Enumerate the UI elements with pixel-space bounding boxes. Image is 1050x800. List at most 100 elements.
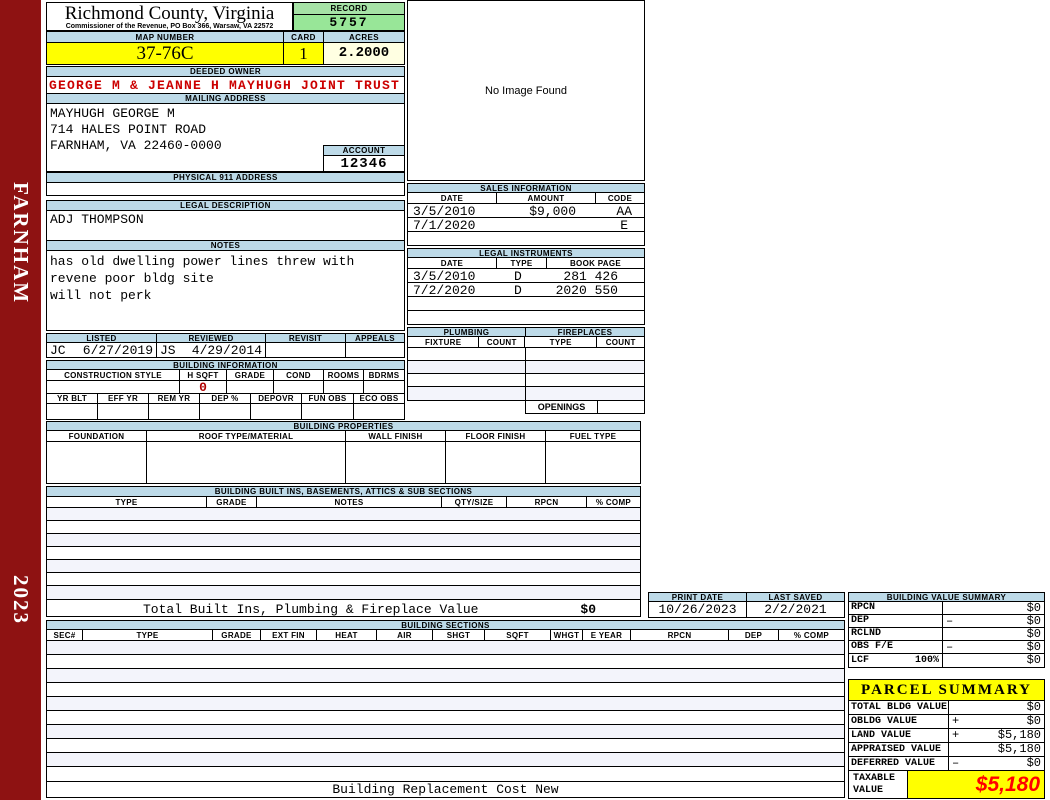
county-subtitle: Commissioner of the Revenue, PO Box 366,… xyxy=(65,23,274,30)
instrument-row: 3/5/2010 D 281 426 xyxy=(407,268,645,283)
built-ins-header-comp: % COMP xyxy=(595,497,632,507)
card-value: 1 xyxy=(283,42,324,65)
legal-description-value: ADJ THOMPSON xyxy=(46,210,405,241)
plumbing-fireplaces-row xyxy=(407,386,645,401)
bvs-pct: 100% xyxy=(914,655,939,666)
physical-911-value xyxy=(46,182,405,196)
bp-header-roof: ROOF TYPE/MATERIAL xyxy=(147,431,346,441)
parcel-row-value: $5,180 xyxy=(948,742,1045,757)
review-header-revisit: REVISIT xyxy=(266,334,346,343)
instruments-header-type: TYPE xyxy=(497,258,547,268)
building-info-value-row-2 xyxy=(46,403,405,420)
parcel-summary-title: PARCEL SUMMARY xyxy=(861,681,1032,698)
bvs-row: RPCN xyxy=(848,601,943,615)
taxable-value-label: TAXABLE VALUE xyxy=(848,770,908,799)
built-ins-row xyxy=(46,572,641,586)
bs-header-extfin: EXT FIN xyxy=(261,630,317,640)
built-ins-total-row: Total Built Ins, Plumbing & Fireplace Va… xyxy=(46,599,641,617)
parcel-value: $0 xyxy=(1026,714,1041,728)
no-image-text: No Image Found xyxy=(485,84,567,97)
bi-header-funobs: FUN OBS xyxy=(302,394,354,403)
built-ins-row xyxy=(46,533,641,547)
fireplaces-header-type: TYPE xyxy=(525,337,598,347)
built-ins-row xyxy=(46,507,641,521)
sales-header-date: DATE xyxy=(408,193,497,203)
bi-header-effyr: EFF YR xyxy=(98,394,149,403)
sales-header-amount: AMOUNT xyxy=(497,193,596,203)
reviewed-date: 4/29/2014 xyxy=(191,342,262,358)
parcel-row-value: – $0 xyxy=(948,756,1045,771)
instruments-header-bookpage: BOOK PAGE xyxy=(569,258,621,268)
instrument-row xyxy=(407,310,645,325)
review-value-row: JC 6/27/2019 JS 4/29/2014 xyxy=(46,342,405,358)
openings-label: OPENINGS xyxy=(525,400,598,414)
notes-line-3: will not perk xyxy=(50,288,152,303)
building-sections-row xyxy=(46,696,845,711)
taxable-value-box: $5,180 xyxy=(907,770,1045,799)
openings-label-text: OPENINGS xyxy=(537,402,586,412)
instrument-row xyxy=(407,296,645,311)
building-sections-row xyxy=(46,766,845,782)
parcel-row-name: DEFERRED VALUE xyxy=(848,756,949,771)
sales-header-code: CODE xyxy=(607,193,633,203)
building-sections-row xyxy=(46,654,845,669)
bvs-op: – xyxy=(946,614,954,628)
parcel-row-name: TOTAL BLDG VALUE xyxy=(848,700,949,715)
plumbing-header-count: COUNT xyxy=(479,337,525,347)
county-title: Richmond County, Virginia xyxy=(64,3,275,24)
bs-header-shgt: SHGT xyxy=(433,630,485,640)
bvs-row: DEP xyxy=(848,614,943,628)
built-ins-row xyxy=(46,520,641,534)
bvs-value: $0 xyxy=(1026,601,1041,615)
mailing-line-1: MAYHUGH GEORGE M xyxy=(50,106,175,121)
listed-date: 6/27/2019 xyxy=(82,342,153,358)
notes-line-1: has old dwelling power lines threw with xyxy=(50,254,355,269)
bs-header-grade: GRADE xyxy=(213,630,261,640)
bi-header-cond: COND xyxy=(274,370,324,380)
parcel-value: $0 xyxy=(1026,700,1041,714)
parcel-value: $5,180 xyxy=(997,728,1041,742)
parcel-row-value: $0 xyxy=(948,700,1045,715)
parcel-summary-header: PARCEL SUMMARY xyxy=(848,679,1045,701)
bvs-op: – xyxy=(946,640,954,654)
property-record-card: FARNHAM 2023 Richmond County, Virginia C… xyxy=(0,0,1050,800)
fireplaces-header-count: COUNT xyxy=(605,337,636,347)
bs-header-whgt: WHGT xyxy=(551,630,583,640)
building-sections-row xyxy=(46,752,845,767)
reviewed-by: JS xyxy=(160,342,176,358)
notes-box: has old dwelling power lines threw with … xyxy=(46,250,405,331)
bs-header-type: TYPE xyxy=(83,630,213,640)
building-sections-row xyxy=(46,738,845,753)
building-sections-row xyxy=(46,710,845,725)
bs-header-rpcn: RPCN xyxy=(631,630,729,640)
parcel-value: $0 xyxy=(1026,756,1041,770)
bi-header-bdrms: BDRMS xyxy=(368,370,400,380)
bvs-value: $0 xyxy=(1026,653,1041,667)
built-ins-row xyxy=(46,546,641,560)
sidebar xyxy=(0,0,41,800)
parcel-row-name: APPRAISED VALUE xyxy=(848,742,949,757)
bi-header-ecoobs: ECO OBS xyxy=(359,394,399,403)
parcel-row-value: + $5,180 xyxy=(948,728,1045,743)
appeals-value xyxy=(346,343,404,357)
plumbing-fireplaces-row xyxy=(407,360,645,374)
bi-header-hsqft: H SQFT xyxy=(180,370,227,380)
review-header-listed: LISTED xyxy=(47,334,157,343)
building-sections-row xyxy=(46,682,845,697)
notes-line-2: revene poor bldg site xyxy=(50,271,214,286)
openings-value xyxy=(597,400,645,414)
bi-header-rooms: ROOMS xyxy=(324,370,364,380)
sales-row: 7/1/2020 E xyxy=(407,217,645,232)
parcel-row-name: LAND VALUE xyxy=(848,728,949,743)
bp-header-foundation: FOUNDATION xyxy=(47,431,147,441)
bp-header-floor: FLOOR FINISH xyxy=(446,431,546,441)
plumbing-fireplaces-row xyxy=(407,373,645,387)
bs-header-air: AIR xyxy=(377,630,433,640)
bs-header-comp: % COMP xyxy=(793,630,830,640)
sales-row xyxy=(407,231,645,246)
bi-header-grade: GRADE xyxy=(227,370,274,380)
sidebar-district-label: FARNHAM xyxy=(9,181,33,305)
hsqft-value: 0 xyxy=(180,380,227,395)
account-value: 12346 xyxy=(323,155,405,172)
built-ins-header-type: TYPE xyxy=(47,497,207,507)
